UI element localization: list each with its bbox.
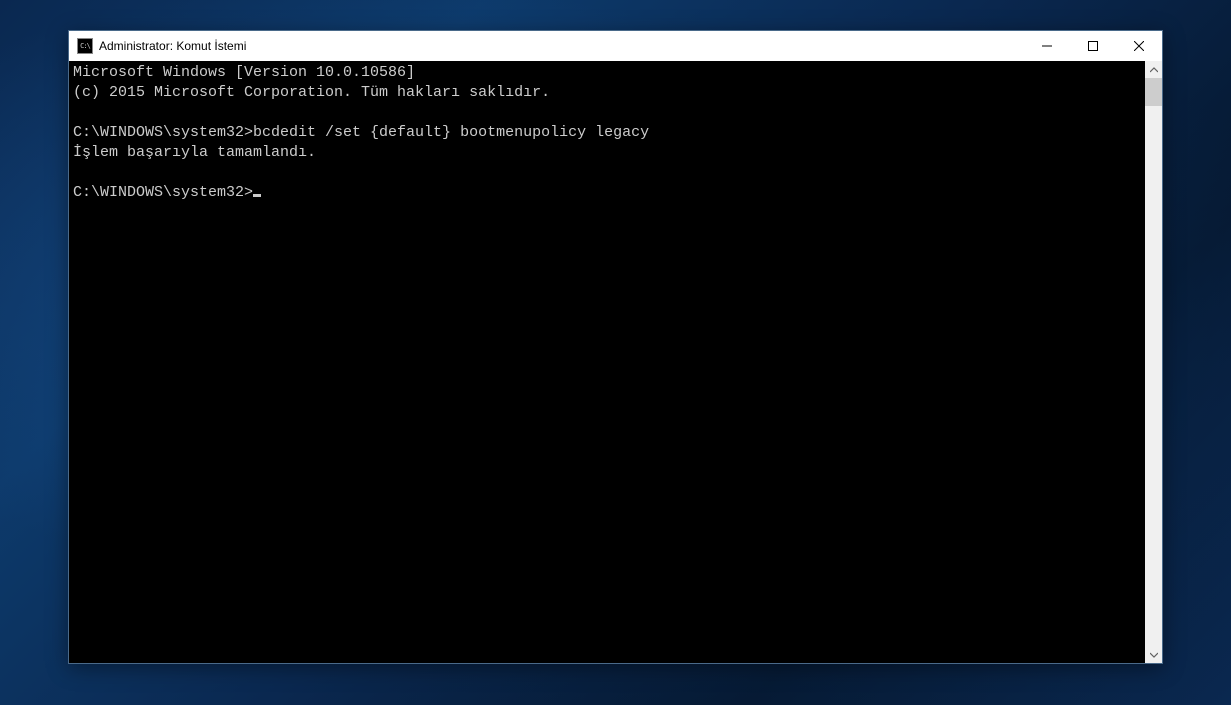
cursor [253, 194, 261, 197]
minimize-button[interactable] [1024, 31, 1070, 61]
console-line: Microsoft Windows [Version 10.0.10586] [73, 64, 415, 81]
chevron-down-icon [1150, 651, 1158, 659]
vertical-scrollbar[interactable] [1145, 61, 1162, 663]
scrollbar-thumb[interactable] [1145, 78, 1162, 106]
minimize-icon [1042, 41, 1052, 51]
maximize-button[interactable] [1070, 31, 1116, 61]
window-title: Administrator: Komut İstemi [99, 39, 1024, 53]
command-prompt-window: C:\ Administrator: Komut İstemi Microsof… [68, 30, 1163, 664]
window-controls [1024, 31, 1162, 61]
scrollbar-track[interactable] [1145, 78, 1162, 646]
console-command: bcdedit /set {default} bootmenupolicy le… [253, 124, 649, 141]
close-button[interactable] [1116, 31, 1162, 61]
titlebar[interactable]: C:\ Administrator: Komut İstemi [69, 31, 1162, 61]
console-body: Microsoft Windows [Version 10.0.10586] (… [69, 61, 1162, 663]
console-output[interactable]: Microsoft Windows [Version 10.0.10586] (… [69, 61, 1145, 663]
console-line: (c) 2015 Microsoft Corporation. Tüm hakl… [73, 84, 550, 101]
chevron-up-icon [1150, 66, 1158, 74]
cmd-icon: C:\ [77, 38, 93, 54]
scroll-down-button[interactable] [1145, 646, 1162, 663]
console-prompt: C:\WINDOWS\system32> [73, 184, 253, 201]
console-prompt: C:\WINDOWS\system32> [73, 124, 253, 141]
maximize-icon [1088, 41, 1098, 51]
scroll-up-button[interactable] [1145, 61, 1162, 78]
console-line: İşlem başarıyla tamamlandı. [73, 144, 316, 161]
close-icon [1134, 41, 1144, 51]
